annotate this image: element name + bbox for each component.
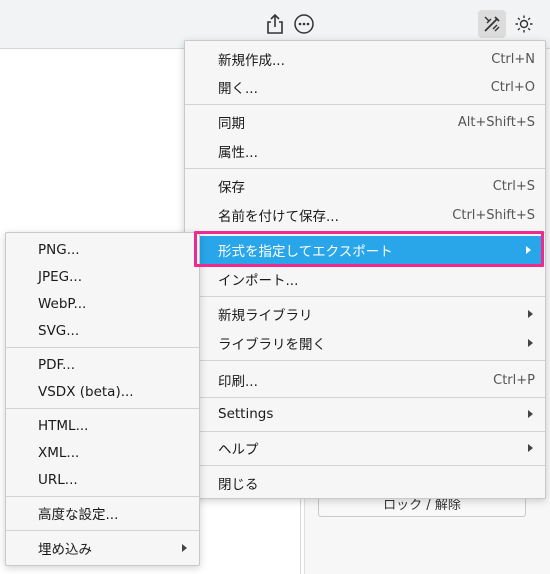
export-png[interactable]: PNG... (6, 236, 199, 263)
more-icon[interactable] (290, 10, 318, 38)
export-jpeg[interactable]: JPEG... (6, 263, 199, 290)
submenu-arrow-icon (528, 410, 533, 418)
menu-item-label: SVG... (38, 322, 80, 339)
menu-item-label: PNG... (38, 241, 80, 258)
menu-separator (185, 104, 545, 105)
export-embed[interactable]: 埋め込み (6, 534, 199, 561)
menu-item-shortcut: Ctrl+N (491, 51, 535, 67)
menu-item-new-library[interactable]: 新規ライブラリ (185, 300, 545, 328)
menu-item-save[interactable]: 保存 Ctrl+S (185, 172, 545, 200)
menu-item-label: 高度な設定... (38, 506, 119, 523)
menu-item-label: インポート... (218, 273, 299, 289)
menu-separator (6, 347, 199, 348)
menu-item-label: ライブラリを開く (218, 337, 326, 353)
submenu-arrow-icon (528, 339, 533, 347)
export-vsdx[interactable]: VSDX (beta)... (6, 378, 199, 405)
menu-item-label: 保存 (218, 180, 245, 196)
menu-item-label: 名前を付けて保存... (218, 209, 339, 225)
menu-item-properties[interactable]: 属性... (185, 137, 545, 165)
export-xml[interactable]: XML... (6, 439, 199, 466)
menu-item-shortcut: Ctrl+O (490, 79, 535, 95)
menu-separator (185, 296, 545, 297)
menu-item-new[interactable]: 新規作成... Ctrl+N (185, 45, 545, 73)
theme-icon[interactable] (510, 10, 538, 38)
menu-item-label: XML... (38, 444, 80, 461)
menu-separator (185, 397, 545, 398)
menu-item-label: WebP... (38, 295, 87, 312)
menu-item-label: HTML... (38, 417, 89, 434)
menu-item-sync[interactable]: 同期 Alt+Shift+S (185, 108, 545, 136)
menu-item-label: Settings (218, 406, 274, 422)
file-menu: 新規作成... Ctrl+N 開く... Ctrl+O 同期 Alt+Shift… (184, 40, 546, 499)
menu-item-shortcut: Ctrl+P (493, 372, 535, 388)
submenu-arrow-icon (528, 444, 533, 452)
menu-item-label: 埋め込み (38, 541, 92, 558)
menu-item-label: 属性... (218, 145, 258, 161)
export-pdf[interactable]: PDF... (6, 351, 199, 378)
menu-item-label: 印刷... (218, 374, 258, 390)
menu-item-settings[interactable]: Settings (185, 400, 545, 428)
menu-item-close[interactable]: 閉じる (185, 469, 545, 497)
submenu-arrow-icon (528, 310, 533, 318)
menu-item-label: 同期 (218, 116, 245, 132)
menu-separator (6, 496, 199, 497)
menu-separator (185, 465, 545, 466)
menu-item-label: 開く... (218, 81, 258, 97)
menu-item-shortcut: Ctrl+Shift+S (452, 207, 535, 223)
menu-item-label: PDF... (38, 356, 76, 373)
export-submenu: PNG... JPEG... WebP... SVG... PDF... VSD… (5, 232, 200, 566)
menu-separator (185, 168, 545, 169)
menu-item-open-library[interactable]: ライブラリを開く (185, 329, 545, 357)
export-html[interactable]: HTML... (6, 412, 199, 439)
export-url[interactable]: URL... (6, 466, 199, 493)
menu-item-shortcut: Alt+Shift+S (457, 114, 535, 130)
menu-separator (6, 408, 199, 409)
share-icon[interactable] (261, 10, 289, 38)
format-icon[interactable] (478, 10, 506, 38)
menu-item-label: JPEG... (38, 268, 82, 285)
export-webp[interactable]: WebP... (6, 290, 199, 317)
menu-item-label: ヘルプ (218, 442, 259, 458)
menu-item-print[interactable]: 印刷... Ctrl+P (185, 366, 545, 394)
menu-separator (185, 232, 545, 233)
menu-item-shortcut: Ctrl+S (492, 178, 535, 194)
menu-item-label: 閉じる (218, 477, 259, 493)
submenu-arrow-icon (526, 246, 531, 254)
menu-item-label: 新規作成... (218, 53, 285, 69)
export-svg[interactable]: SVG... (6, 317, 199, 344)
menu-item-label: URL... (38, 471, 78, 488)
export-advanced[interactable]: 高度な設定... (6, 499, 199, 526)
menu-item-help[interactable]: ヘルプ (185, 434, 545, 462)
menu-separator (185, 431, 545, 432)
menu-item-export-as[interactable]: 形式を指定してエクスポート (197, 236, 543, 264)
menu-separator (185, 360, 545, 361)
submenu-arrow-icon (182, 543, 187, 552)
menu-item-save-as[interactable]: 名前を付けて保存... Ctrl+Shift+S (185, 201, 545, 229)
menu-item-label: VSDX (beta)... (38, 383, 134, 400)
menu-item-import[interactable]: インポート... (185, 265, 545, 293)
menu-separator (6, 530, 199, 531)
menu-item-label: 新規ライブラリ (218, 308, 313, 324)
menu-item-open[interactable]: 開く... Ctrl+O (185, 73, 545, 101)
menu-item-label: 形式を指定してエクスポート (218, 244, 393, 260)
